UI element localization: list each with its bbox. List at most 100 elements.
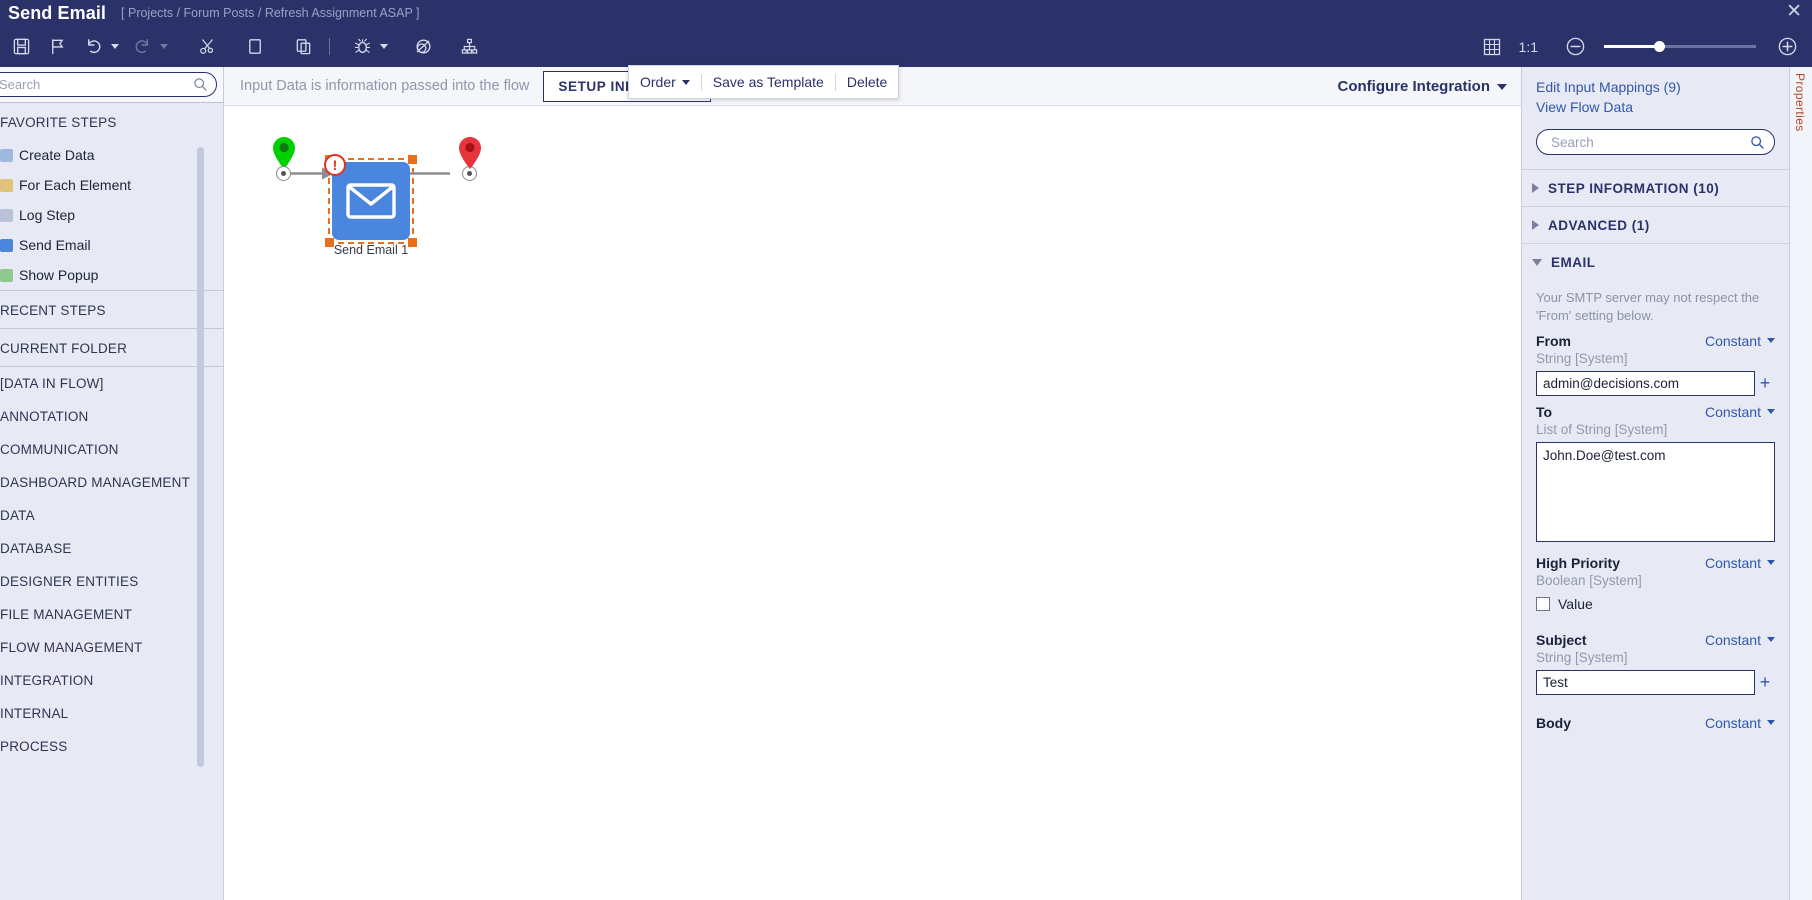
field-mode-dropdown[interactable]: Constant: [1705, 333, 1775, 349]
debug-dropdown-caret[interactable]: [380, 44, 388, 49]
sidebar-item-label: Show Popup: [19, 267, 99, 283]
accordion-step-information[interactable]: STEP INFORMATION (10): [1522, 170, 1789, 207]
sidebar-category-communication[interactable]: COMMUNICATION: [0, 433, 223, 466]
search-input-wrapper[interactable]: [0, 72, 217, 97]
sidebar-category-integration[interactable]: INTEGRATION: [0, 664, 223, 697]
zoom-out-icon[interactable]: [1560, 32, 1590, 62]
undo-icon[interactable]: [78, 32, 108, 62]
sidebar-category-data-in-flow[interactable]: [DATA IN FLOW]: [0, 367, 223, 400]
accordion-email[interactable]: EMAIL: [1522, 244, 1789, 281]
redo-dropdown-caret: [160, 44, 168, 49]
toolbar-divider: [329, 38, 330, 55]
sidebar-category-database[interactable]: DATABASE: [0, 532, 223, 565]
send-email-step-node[interactable]: [332, 162, 410, 240]
envelope-icon: [346, 183, 396, 219]
to-field[interactable]: [1536, 441, 1775, 542]
end-marker-icon[interactable]: [458, 136, 482, 170]
properties-edge-tab[interactable]: Properties: [1789, 67, 1812, 900]
zoom-in-icon[interactable]: [1772, 32, 1802, 62]
sidebar-category-process[interactable]: PROCESS: [0, 730, 223, 763]
chevron-down-icon: [1767, 720, 1775, 726]
sidebar-search-row: [0, 67, 223, 103]
field-mode-dropdown[interactable]: Constant: [1705, 404, 1775, 420]
cut-icon[interactable]: [192, 32, 222, 62]
field-label: Body: [1536, 714, 1571, 731]
sidebar-category-dashboard-management[interactable]: DASHBOARD MANAGEMENT: [0, 466, 223, 499]
add-subject-icon[interactable]: +: [1755, 673, 1775, 691]
chevron-down-icon: [1532, 259, 1542, 266]
sidebar-category-flow-management[interactable]: FLOW MANAGEMENT: [0, 631, 223, 664]
zoom-ratio-label[interactable]: 1:1: [1519, 39, 1538, 55]
paste-icon[interactable]: [288, 32, 318, 62]
sidebar-item-for-each-element[interactable]: For Each Element: [0, 170, 223, 200]
accordion-title: EMAIL: [1551, 255, 1596, 270]
field-to-row: To Constant: [1536, 404, 1775, 420]
field-high-priority-row: High Priority Constant: [1536, 555, 1775, 571]
hierarchy-icon[interactable]: [454, 32, 484, 62]
field-mode-dropdown[interactable]: Constant: [1705, 715, 1775, 731]
step-icon: [0, 208, 13, 222]
selection-handle-tr[interactable]: [408, 155, 417, 164]
sidebar-category-file-management[interactable]: FILE MANAGEMENT: [0, 598, 223, 631]
sidebar-item-send-email[interactable]: Send Email: [0, 230, 223, 260]
smtp-note: Your SMTP server may not respect the 'Fr…: [1536, 290, 1760, 323]
configure-integration-button[interactable]: Configure Integration: [1338, 67, 1507, 106]
high-priority-checkbox[interactable]: [1536, 596, 1550, 611]
sidebar-item-label: Create Data: [19, 147, 95, 163]
flag-icon[interactable]: [42, 32, 72, 62]
add-from-icon[interactable]: +: [1755, 374, 1775, 392]
start-output-port[interactable]: [276, 166, 291, 181]
field-mode-dropdown[interactable]: Constant: [1705, 632, 1775, 648]
context-menu-label: Order: [640, 74, 676, 90]
sidebar-category-annotation[interactable]: ANNOTATION: [0, 400, 223, 433]
sidebar-section-recent-steps: RECENT STEPS: [0, 290, 223, 328]
zoom-slider-track[interactable]: [1604, 41, 1756, 52]
sidebar-item-log-step[interactable]: Log Step: [0, 200, 223, 230]
subject-field[interactable]: [1536, 669, 1755, 695]
sidebar-section-favorite-steps: FAVORITE STEPS: [0, 115, 117, 130]
sidebar-section-current-folder: CURRENT FOLDER: [0, 328, 223, 366]
field-mode-dropdown[interactable]: Constant: [1705, 555, 1775, 571]
edit-input-mappings-link[interactable]: Edit Input Mappings (9): [1536, 67, 1789, 95]
layers-icon[interactable]: [408, 32, 438, 62]
sidebar-item-show-popup[interactable]: Show Popup: [0, 260, 223, 290]
field-label: To: [1536, 403, 1553, 420]
properties-search-input[interactable]: [1549, 133, 1750, 151]
properties-accordion: STEP INFORMATION (10) ADVANCED (1) EMAIL: [1522, 169, 1789, 281]
input-data-hint: Input Data is information passed into th…: [240, 78, 530, 94]
start-marker-icon[interactable]: [272, 136, 296, 170]
properties-search-wrapper[interactable]: [1536, 129, 1775, 155]
undo-dropdown-caret[interactable]: [111, 44, 119, 49]
sidebar-scrollbar[interactable]: [197, 147, 204, 767]
zoom-slider[interactable]: [1594, 41, 1766, 52]
sidebar-list: FAVORITE STEPS Create Data For Each Elem…: [0, 103, 223, 900]
chevron-down-icon: [1767, 637, 1775, 643]
context-menu-item-save-as-template[interactable]: Save as Template: [702, 66, 835, 98]
flow-diagram[interactable]: ! Send Email 1: [224, 106, 1521, 899]
field-mode-label: Constant: [1704, 332, 1761, 349]
view-flow-data-link[interactable]: View Flow Data: [1536, 99, 1789, 115]
context-menu-item-order[interactable]: Order: [629, 66, 701, 98]
grid-icon[interactable]: [1477, 32, 1507, 62]
field-type-subject: String [System]: [1536, 649, 1628, 665]
accordion-advanced[interactable]: ADVANCED (1): [1522, 207, 1789, 244]
sidebar-category-designer-entities[interactable]: DESIGNER ENTITIES: [0, 565, 223, 598]
step-warning-badge[interactable]: !: [324, 154, 346, 176]
flow-designer-window: Send Email [ Projects / Forum Posts / Re…: [0, 0, 1812, 900]
copy-icon[interactable]: [240, 32, 270, 62]
debug-icon[interactable]: [347, 32, 377, 62]
field-from-input-row: +: [1536, 370, 1775, 396]
sidebar-item-create-data[interactable]: Create Data: [0, 140, 223, 170]
sidebar-category-internal[interactable]: INTERNAL: [0, 697, 223, 730]
sidebar-search-input[interactable]: [0, 76, 193, 93]
field-type-high-priority: Boolean [System]: [1536, 572, 1642, 588]
from-field[interactable]: [1536, 370, 1755, 396]
context-menu-item-delete[interactable]: Delete: [836, 66, 898, 98]
step-icon: [0, 238, 13, 252]
sidebar-category-data[interactable]: DATA: [0, 499, 223, 532]
chevron-right-icon: [1532, 220, 1539, 230]
main-toolbar: 1:1: [0, 26, 1812, 67]
zoom-slider-thumb[interactable]: [1653, 41, 1665, 52]
save-icon[interactable]: [6, 32, 36, 62]
close-icon[interactable]: ✕: [1786, 2, 1802, 22]
